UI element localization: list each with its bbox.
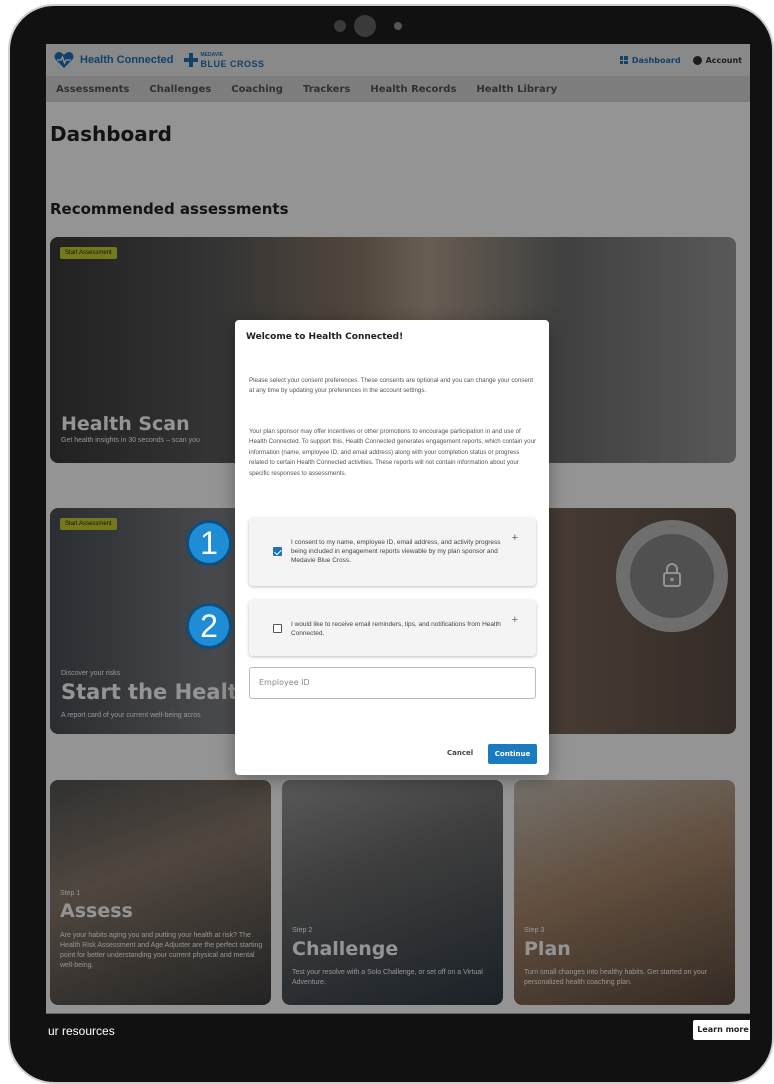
consent-card-email[interactable]: I would like to receive email reminders,… — [249, 600, 536, 656]
expand-plus-icon[interactable]: + — [512, 532, 518, 544]
callout-marker-2: 2 — [186, 603, 232, 649]
callout-marker-1: 1 — [186, 520, 232, 566]
consent-email-text: I would like to receive email reminders,… — [291, 621, 501, 637]
dialog-body: Your plan sponsor may offer incentives o… — [249, 428, 537, 477]
employee-id-input[interactable]: Employee ID — [249, 667, 536, 699]
welcome-dialog: Welcome to Health Connected! Please sele… — [235, 320, 549, 775]
dialog-title: Welcome to Health Connected! — [246, 332, 404, 342]
dialog-intro: Please select your consent preferences. … — [249, 377, 534, 395]
camera-lens — [354, 15, 376, 37]
screen: Health Connected MEDAVIE BLUE CROSS Dash… — [46, 44, 750, 1050]
expand-plus-icon[interactable]: + — [512, 614, 518, 626]
consent-email-checkbox[interactable] — [273, 624, 282, 633]
camera-sensor — [394, 22, 402, 30]
consent-engagement-checkbox[interactable] — [273, 547, 282, 556]
resources-bar: ur resources Learn more — [46, 1013, 750, 1050]
continue-button[interactable]: Continue — [488, 744, 537, 764]
camera-dot — [334, 20, 346, 32]
resources-title: ur resources — [48, 1024, 115, 1038]
consent-engagement-text: I consent to my name, employee ID, email… — [291, 539, 501, 564]
consent-card-engagement[interactable]: I consent to my name, employee ID, email… — [249, 518, 536, 586]
cancel-button[interactable]: Cancel — [447, 749, 473, 757]
learn-more-button[interactable]: Learn more — [693, 1020, 750, 1040]
